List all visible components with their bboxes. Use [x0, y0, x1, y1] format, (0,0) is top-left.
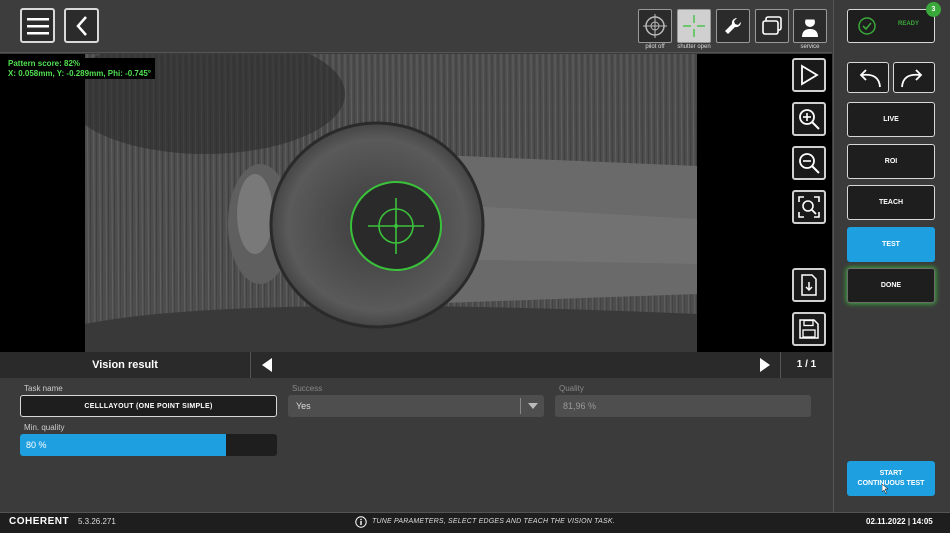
undo-button[interactable]	[847, 62, 889, 93]
task-name-field[interactable]: CELLLAYOUT (ONE POINT SIMPLE)	[20, 395, 277, 417]
check-circle-icon	[858, 17, 876, 35]
vision-result-title: Vision result	[92, 359, 158, 371]
select-divider	[520, 398, 521, 414]
redo-button[interactable]	[893, 62, 935, 93]
floppy-disk-icon	[799, 319, 819, 339]
done-button[interactable]: DONE	[847, 268, 935, 303]
shutter-open-label: shutter open	[677, 44, 711, 50]
success-label: Success	[292, 384, 323, 393]
mouse-cursor-icon	[882, 484, 889, 494]
window-icon	[762, 16, 782, 35]
result-page-counter: 1 / 1	[796, 359, 817, 370]
start-label-line1: START	[879, 470, 903, 477]
success-select[interactable]: Yes	[288, 395, 544, 417]
coherent-logo: COHERENT	[9, 516, 70, 527]
zoom-in-icon	[799, 109, 820, 130]
live-button[interactable]: LIVE	[847, 102, 935, 137]
previous-result-button[interactable]	[260, 356, 274, 374]
zoom-out-icon	[799, 153, 820, 174]
test-button[interactable]: TEST	[847, 227, 935, 262]
crosshair-icon	[643, 14, 667, 38]
version-label: 5.3.26.271	[78, 517, 116, 526]
position-readout-text: X: 0.058mm, Y: -0.289mm, Phi: -0.745°	[8, 69, 151, 78]
next-result-button[interactable]	[758, 356, 772, 374]
pattern-score-overlay: Pattern score: 82% X: 0.058mm, Y: -0.289…	[4, 58, 155, 79]
service-button[interactable]	[793, 9, 827, 43]
wrench-icon	[725, 17, 742, 34]
chevron-left-icon	[75, 15, 87, 36]
app-root: pilot off shutter open service Pattern s…	[0, 0, 950, 533]
task-name-label: Task name	[24, 384, 63, 393]
min-quality-value: 80 %	[26, 440, 47, 450]
window-button[interactable]	[755, 9, 789, 43]
quality-label: Quality	[559, 384, 584, 393]
save-button[interactable]	[792, 312, 826, 346]
hamburger-icon	[26, 17, 49, 34]
zoom-out-button[interactable]	[792, 146, 826, 180]
teach-button[interactable]: TEACH	[847, 185, 935, 220]
hint-text: TUNE PARAMETERS, SELECT EDGES AND TEACH …	[372, 518, 615, 525]
start-label-line2: CONTINUOUS TEST	[857, 480, 925, 487]
pilot-off-button[interactable]	[638, 9, 672, 43]
ready-status-label: READY	[898, 21, 920, 27]
camera-image[interactable]	[85, 54, 697, 352]
wrench-button[interactable]	[716, 9, 750, 43]
pilot-off-label: pilot off	[645, 44, 665, 50]
zoom-fit-icon	[798, 196, 820, 218]
triangle-left-icon	[262, 358, 272, 372]
back-button[interactable]	[64, 8, 99, 43]
service-person-icon	[802, 16, 818, 37]
chevron-down-icon	[528, 403, 538, 409]
play-button[interactable]	[792, 58, 826, 92]
menu-button[interactable]	[20, 8, 55, 43]
notification-badge: 3	[926, 2, 941, 17]
min-quality-label: Min. quality	[24, 423, 65, 432]
pattern-score-text: Pattern score: 82%	[8, 59, 81, 68]
min-quality-slider[interactable]: 80 %	[20, 434, 277, 456]
triangle-right-icon	[760, 358, 770, 372]
zoom-fit-button[interactable]	[792, 190, 826, 224]
divider	[250, 352, 251, 378]
play-icon	[801, 64, 819, 86]
camera-image-render	[85, 54, 697, 352]
redo-arrow-icon	[901, 68, 923, 87]
success-value: Yes	[296, 401, 311, 411]
shutter-open-button[interactable]	[677, 9, 711, 43]
export-document-button[interactable]	[792, 268, 826, 302]
service-label: service	[800, 44, 820, 50]
document-download-icon	[801, 274, 817, 296]
quality-field: 81,96 %	[555, 395, 811, 417]
min-quality-fill	[20, 434, 226, 456]
zoom-in-button[interactable]	[792, 102, 826, 136]
ready-status-button[interactable]: READY	[847, 9, 935, 43]
start-continuous-test-button[interactable]: START CONTINUOUS TEST	[847, 461, 935, 496]
crosshair-green-icon	[683, 15, 705, 37]
undo-arrow-icon	[859, 68, 881, 87]
datetime-label: 02.11.2022 | 14:05	[866, 517, 933, 526]
roi-button[interactable]: ROI	[847, 144, 935, 179]
info-icon	[355, 516, 367, 528]
